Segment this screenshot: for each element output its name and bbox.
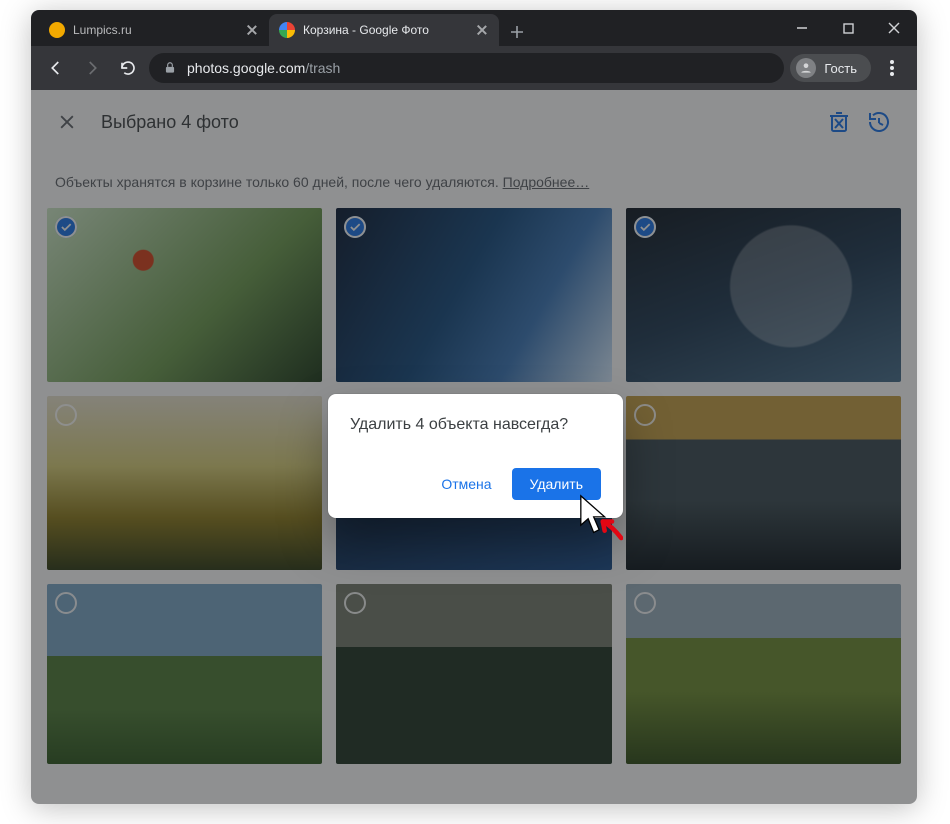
- browser-toolbar: photos.google.com/trash Гость: [31, 46, 917, 90]
- profile-label: Гость: [824, 61, 857, 76]
- cancel-button[interactable]: Отмена: [429, 468, 503, 500]
- close-window-button[interactable]: [871, 10, 917, 46]
- back-button[interactable]: [41, 53, 71, 83]
- confirm-delete-dialog: Удалить 4 объекта навсегда? Отмена Удали…: [328, 394, 623, 518]
- tab-favicon: [279, 22, 295, 38]
- confirm-delete-button[interactable]: Удалить: [512, 468, 601, 500]
- reload-button[interactable]: [113, 53, 143, 83]
- minimize-button[interactable]: [779, 10, 825, 46]
- maximize-button[interactable]: [825, 10, 871, 46]
- url-domain: photos.google.com: [187, 60, 305, 76]
- avatar-icon: [796, 58, 816, 78]
- tab-favicon: [49, 22, 65, 38]
- browser-menu-button[interactable]: [877, 53, 907, 83]
- tab-title: Корзина - Google Фото: [303, 23, 469, 37]
- url-path: /trash: [305, 60, 340, 76]
- tab-close-icon[interactable]: [475, 23, 489, 37]
- lock-icon: [163, 61, 177, 75]
- new-tab-button[interactable]: [503, 18, 531, 46]
- tab-lumpics[interactable]: Lumpics.ru: [39, 14, 269, 46]
- browser-window: Lumpics.ru Корзина - Google Фото photos.…: [31, 10, 917, 804]
- tab-title: Lumpics.ru: [73, 23, 239, 37]
- dialog-actions: Отмена Удалить: [350, 468, 601, 500]
- dialog-message: Удалить 4 объекта навсегда?: [350, 416, 601, 434]
- address-bar[interactable]: photos.google.com/trash: [149, 53, 784, 83]
- forward-button[interactable]: [77, 53, 107, 83]
- window-controls: [779, 10, 917, 46]
- profile-chip[interactable]: Гость: [790, 54, 871, 82]
- tab-google-photos-trash[interactable]: Корзина - Google Фото: [269, 14, 499, 46]
- tab-close-icon[interactable]: [245, 23, 259, 37]
